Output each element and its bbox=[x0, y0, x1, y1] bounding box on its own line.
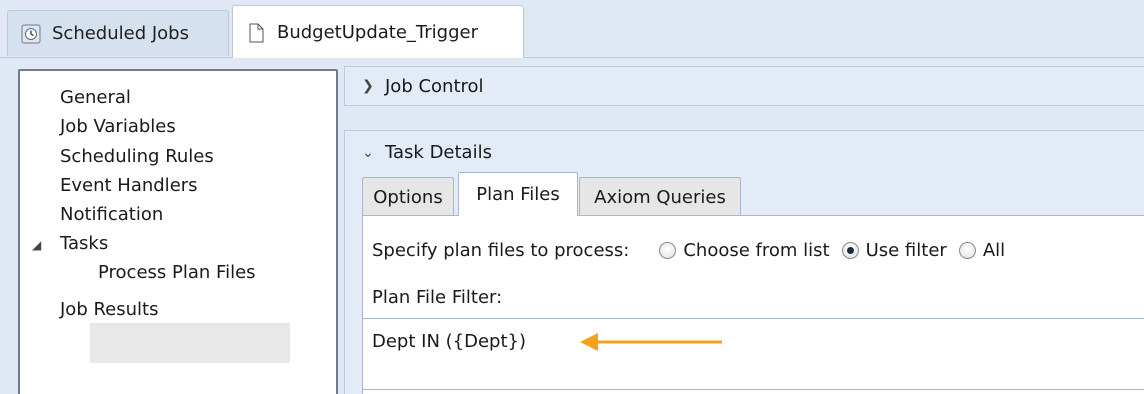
expand-triangle-icon[interactable]: ◢ bbox=[32, 238, 41, 252]
section-label: Job Control bbox=[385, 75, 484, 97]
tab-plan-files[interactable]: Plan Files bbox=[458, 172, 578, 216]
document-icon bbox=[245, 22, 267, 44]
tab-label: Scheduled Jobs bbox=[52, 23, 189, 44]
radio-choose-from-list[interactable]: Choose from list bbox=[659, 239, 830, 261]
plan-file-filter-value[interactable]: Dept IN ({Dept}) bbox=[372, 331, 526, 352]
nav-item-tasks[interactable]: Tasks bbox=[60, 233, 108, 254]
radio-button-icon[interactable] bbox=[958, 241, 976, 259]
radio-button-icon[interactable] bbox=[841, 241, 859, 259]
tab-options[interactable]: Options bbox=[362, 177, 454, 217]
radio-label: All bbox=[982, 239, 1006, 261]
document-tab-strip: Scheduled Jobs BudgetUpdate_Trigger bbox=[0, 0, 1144, 59]
nav-item-job-variables[interactable]: Job Variables bbox=[60, 116, 176, 137]
radio-label: Choose from list bbox=[683, 239, 830, 261]
tab-scheduled-jobs[interactable]: Scheduled Jobs bbox=[7, 10, 229, 56]
nav-item-general[interactable]: General bbox=[60, 87, 131, 108]
nav-item-process-plan-files[interactable]: Process Plan Files bbox=[98, 262, 256, 283]
plan-file-filter-label: Plan File Filter: bbox=[372, 287, 503, 308]
job-control-header[interactable]: ❯ Job Control bbox=[344, 66, 1144, 106]
nav-item-event-handlers[interactable]: Event Handlers bbox=[60, 175, 198, 196]
tab-axiom-queries[interactable]: Axiom Queries bbox=[579, 177, 741, 217]
radio-all[interactable]: All bbox=[958, 239, 1006, 261]
section-label: Task Details bbox=[385, 142, 492, 163]
job-navigation-tree: General Job Variables Scheduling Rules E… bbox=[18, 69, 338, 394]
plan-file-filter-input[interactable] bbox=[362, 318, 1144, 390]
tab-label: BudgetUpdate_Trigger bbox=[277, 22, 479, 43]
tab-budgetupdate-trigger[interactable]: BudgetUpdate_Trigger bbox=[232, 5, 524, 59]
chevron-down-icon: ⌄ bbox=[362, 144, 374, 161]
chevron-right-icon: ❯ bbox=[362, 78, 374, 94]
nav-item-job-results[interactable]: Job Results bbox=[60, 299, 158, 320]
specify-label: Specify plan files to process: bbox=[372, 239, 630, 261]
nav-item-notification[interactable]: Notification bbox=[60, 204, 163, 225]
plan-file-selection-row: Specify plan files to process: Choose fr… bbox=[372, 237, 1017, 263]
task-details-header[interactable]: ⌄ Task Details bbox=[344, 130, 1144, 174]
nav-item-scheduling-rules[interactable]: Scheduling Rules bbox=[60, 146, 214, 167]
callout-arrow-icon bbox=[580, 333, 722, 351]
radio-use-filter[interactable]: Use filter bbox=[841, 239, 947, 261]
radio-label: Use filter bbox=[865, 239, 947, 261]
radio-button-icon[interactable] bbox=[659, 241, 677, 259]
scheduled-jobs-icon bbox=[20, 23, 42, 45]
selection-highlight bbox=[90, 323, 290, 363]
